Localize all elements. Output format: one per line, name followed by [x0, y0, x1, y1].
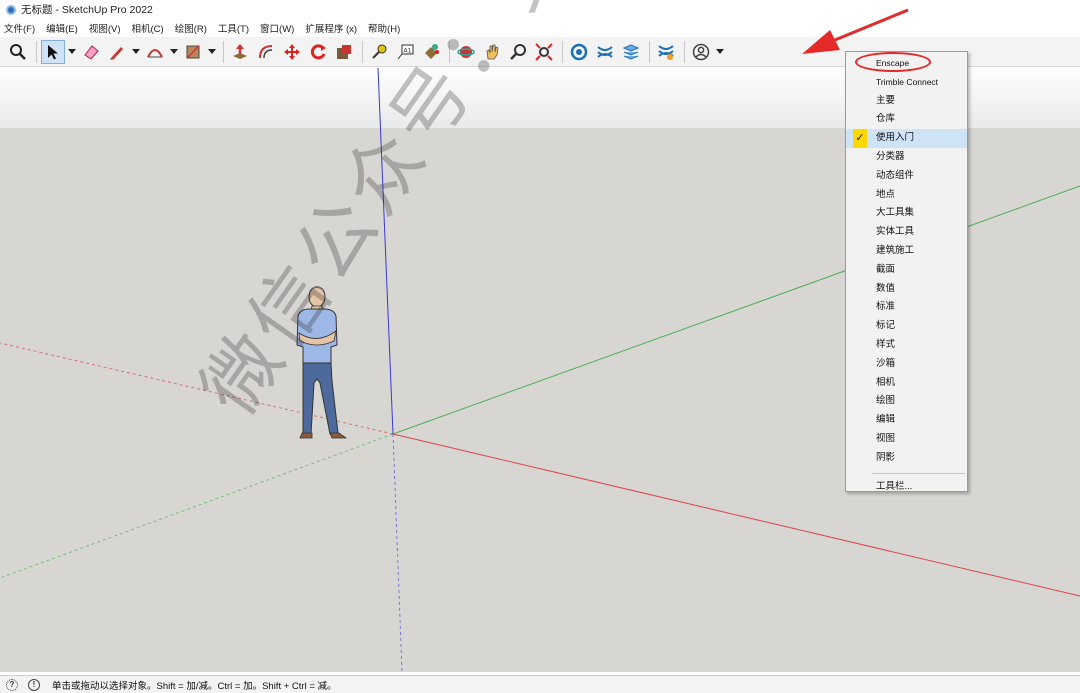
toolbar-separator: [223, 40, 224, 63]
menu-item-edit[interactable]: 编辑: [846, 411, 967, 430]
rectangle-icon[interactable]: [181, 40, 205, 64]
blue-axis-negative: [392, 433, 403, 672]
arc-icon[interactable]: [143, 40, 167, 64]
account-icon[interactable]: [689, 40, 713, 64]
red-axis-positive: [392, 433, 1080, 597]
toolbar-separator: [684, 40, 685, 63]
scale-icon[interactable]: [332, 40, 356, 64]
toolbar-separator: [362, 40, 363, 63]
extension-warehouse-icon[interactable]: [593, 40, 617, 64]
search-icon[interactable]: [6, 40, 30, 64]
menu-file[interactable]: 文件(F): [4, 21, 35, 35]
pencil-dropdown-icon[interactable]: [131, 40, 140, 64]
svg-text:A1: A1: [404, 47, 412, 54]
menu-item-warehouse[interactable]: 仓库: [846, 110, 967, 129]
menu-view[interactable]: 视图(V): [89, 21, 121, 35]
rotate-icon[interactable]: [306, 40, 330, 64]
zoom-icon[interactable]: [506, 40, 530, 64]
push-pull-icon[interactable]: [228, 40, 252, 64]
alert-icon[interactable]: !: [28, 678, 40, 691]
menu-item-sandbox[interactable]: 沙箱: [846, 355, 967, 374]
green-axis-positive: [392, 185, 1080, 435]
blue-axis-positive: [377, 68, 394, 435]
menu-tools[interactable]: 工具(T): [218, 21, 249, 35]
menu-item-large-tool-set[interactable]: 大工具集: [846, 204, 967, 223]
offset-icon[interactable]: [254, 40, 278, 64]
tape-measure-icon[interactable]: [367, 40, 391, 64]
menu-item-principal[interactable]: 主要: [846, 92, 967, 111]
checkmark-icon: ✓: [853, 129, 867, 148]
menu-window[interactable]: 窗口(W): [260, 21, 294, 35]
menu-item-views[interactable]: 视图: [846, 430, 967, 449]
menu-item-location[interactable]: 地点: [846, 186, 967, 205]
menu-camera[interactable]: 相机(C): [131, 21, 163, 35]
zoom-extents-icon[interactable]: [532, 40, 556, 64]
sketchup-logo-icon: [6, 4, 16, 15]
move-icon[interactable]: [280, 40, 304, 64]
warehouse-icon[interactable]: [567, 40, 591, 64]
eraser-icon[interactable]: [79, 40, 103, 64]
extension-manager-icon[interactable]: [654, 40, 678, 64]
menu-item-drawing[interactable]: 绘图: [846, 392, 967, 411]
toolbar-separator: [649, 40, 650, 63]
window-title: 无标题 - SketchUp Pro 2022: [21, 4, 153, 16]
layout-icon[interactable]: [619, 40, 643, 64]
orbit-icon[interactable]: [454, 40, 478, 64]
account-dropdown-icon[interactable]: [715, 40, 724, 64]
menu-item-standard[interactable]: 标准: [846, 298, 967, 317]
menu-draw[interactable]: 绘图(R): [175, 21, 207, 35]
menu-item-trimble-connect[interactable]: Trimble Connect: [846, 73, 967, 92]
paint-bucket-icon[interactable]: [419, 40, 443, 64]
scale-figure[interactable]: [290, 283, 360, 448]
menu-item-construction[interactable]: 建筑施工: [846, 242, 967, 261]
menu-item-camera[interactable]: 相机: [846, 374, 967, 393]
annotation-circle: [855, 52, 931, 72]
menu-item-tags[interactable]: 标记: [846, 317, 967, 336]
status-hint: 单击或拖动以选择对象。Shift = 加/减。Ctrl = 加。Shift + …: [52, 680, 337, 692]
menu-item-shadows[interactable]: 阴影: [846, 449, 967, 468]
green-axis-negative: [0, 433, 394, 579]
toolbar-separator: [449, 40, 450, 63]
toolbar-separator: [562, 40, 563, 63]
menu-separator: [872, 472, 965, 474]
menu-item-dynamic-components[interactable]: 动态组件: [846, 167, 967, 186]
status-bar: ? ! 单击或拖动以选择对象。Shift = 加/减。Ctrl = 加。Shif…: [0, 675, 1080, 693]
rectangle-dropdown-icon[interactable]: [207, 40, 216, 64]
menu-item-styles[interactable]: 样式: [846, 336, 967, 355]
select-icon[interactable]: [41, 39, 65, 64]
pan-icon[interactable]: [480, 40, 504, 64]
info-icon[interactable]: ?: [6, 678, 18, 691]
menu-item-section[interactable]: 截面: [846, 261, 967, 280]
menu-item-classifier[interactable]: 分类器: [846, 148, 967, 167]
menu-item-solid-tools[interactable]: 实体工具: [846, 223, 967, 242]
title-bar: 无标题 - SketchUp Pro 2022: [0, 0, 1080, 19]
menu-extensions[interactable]: 扩展程序 (x): [305, 21, 357, 35]
arc-dropdown-icon[interactable]: [169, 40, 178, 64]
menu-bar: 文件(F) 编辑(E) 视图(V) 相机(C) 绘图(R) 工具(T) 窗口(W…: [0, 19, 1080, 37]
menu-help[interactable]: 帮助(H): [368, 21, 400, 35]
menu-item-getting-started[interactable]: ✓ 使用入门: [846, 129, 967, 148]
toolbar-context-menu: Enscape Trimble Connect 主要 仓库 ✓ 使用入门 分类器 …: [845, 51, 968, 492]
menu-item-measurements[interactable]: 数值: [846, 280, 967, 299]
select-dropdown-icon[interactable]: [67, 40, 76, 64]
toolbar-separator: [36, 40, 37, 63]
menu-edit[interactable]: 编辑(E): [46, 21, 78, 35]
pencil-icon[interactable]: [105, 40, 129, 64]
text-icon[interactable]: A1: [393, 40, 417, 64]
menu-item-toolbars[interactable]: 工具栏...: [846, 478, 967, 497]
